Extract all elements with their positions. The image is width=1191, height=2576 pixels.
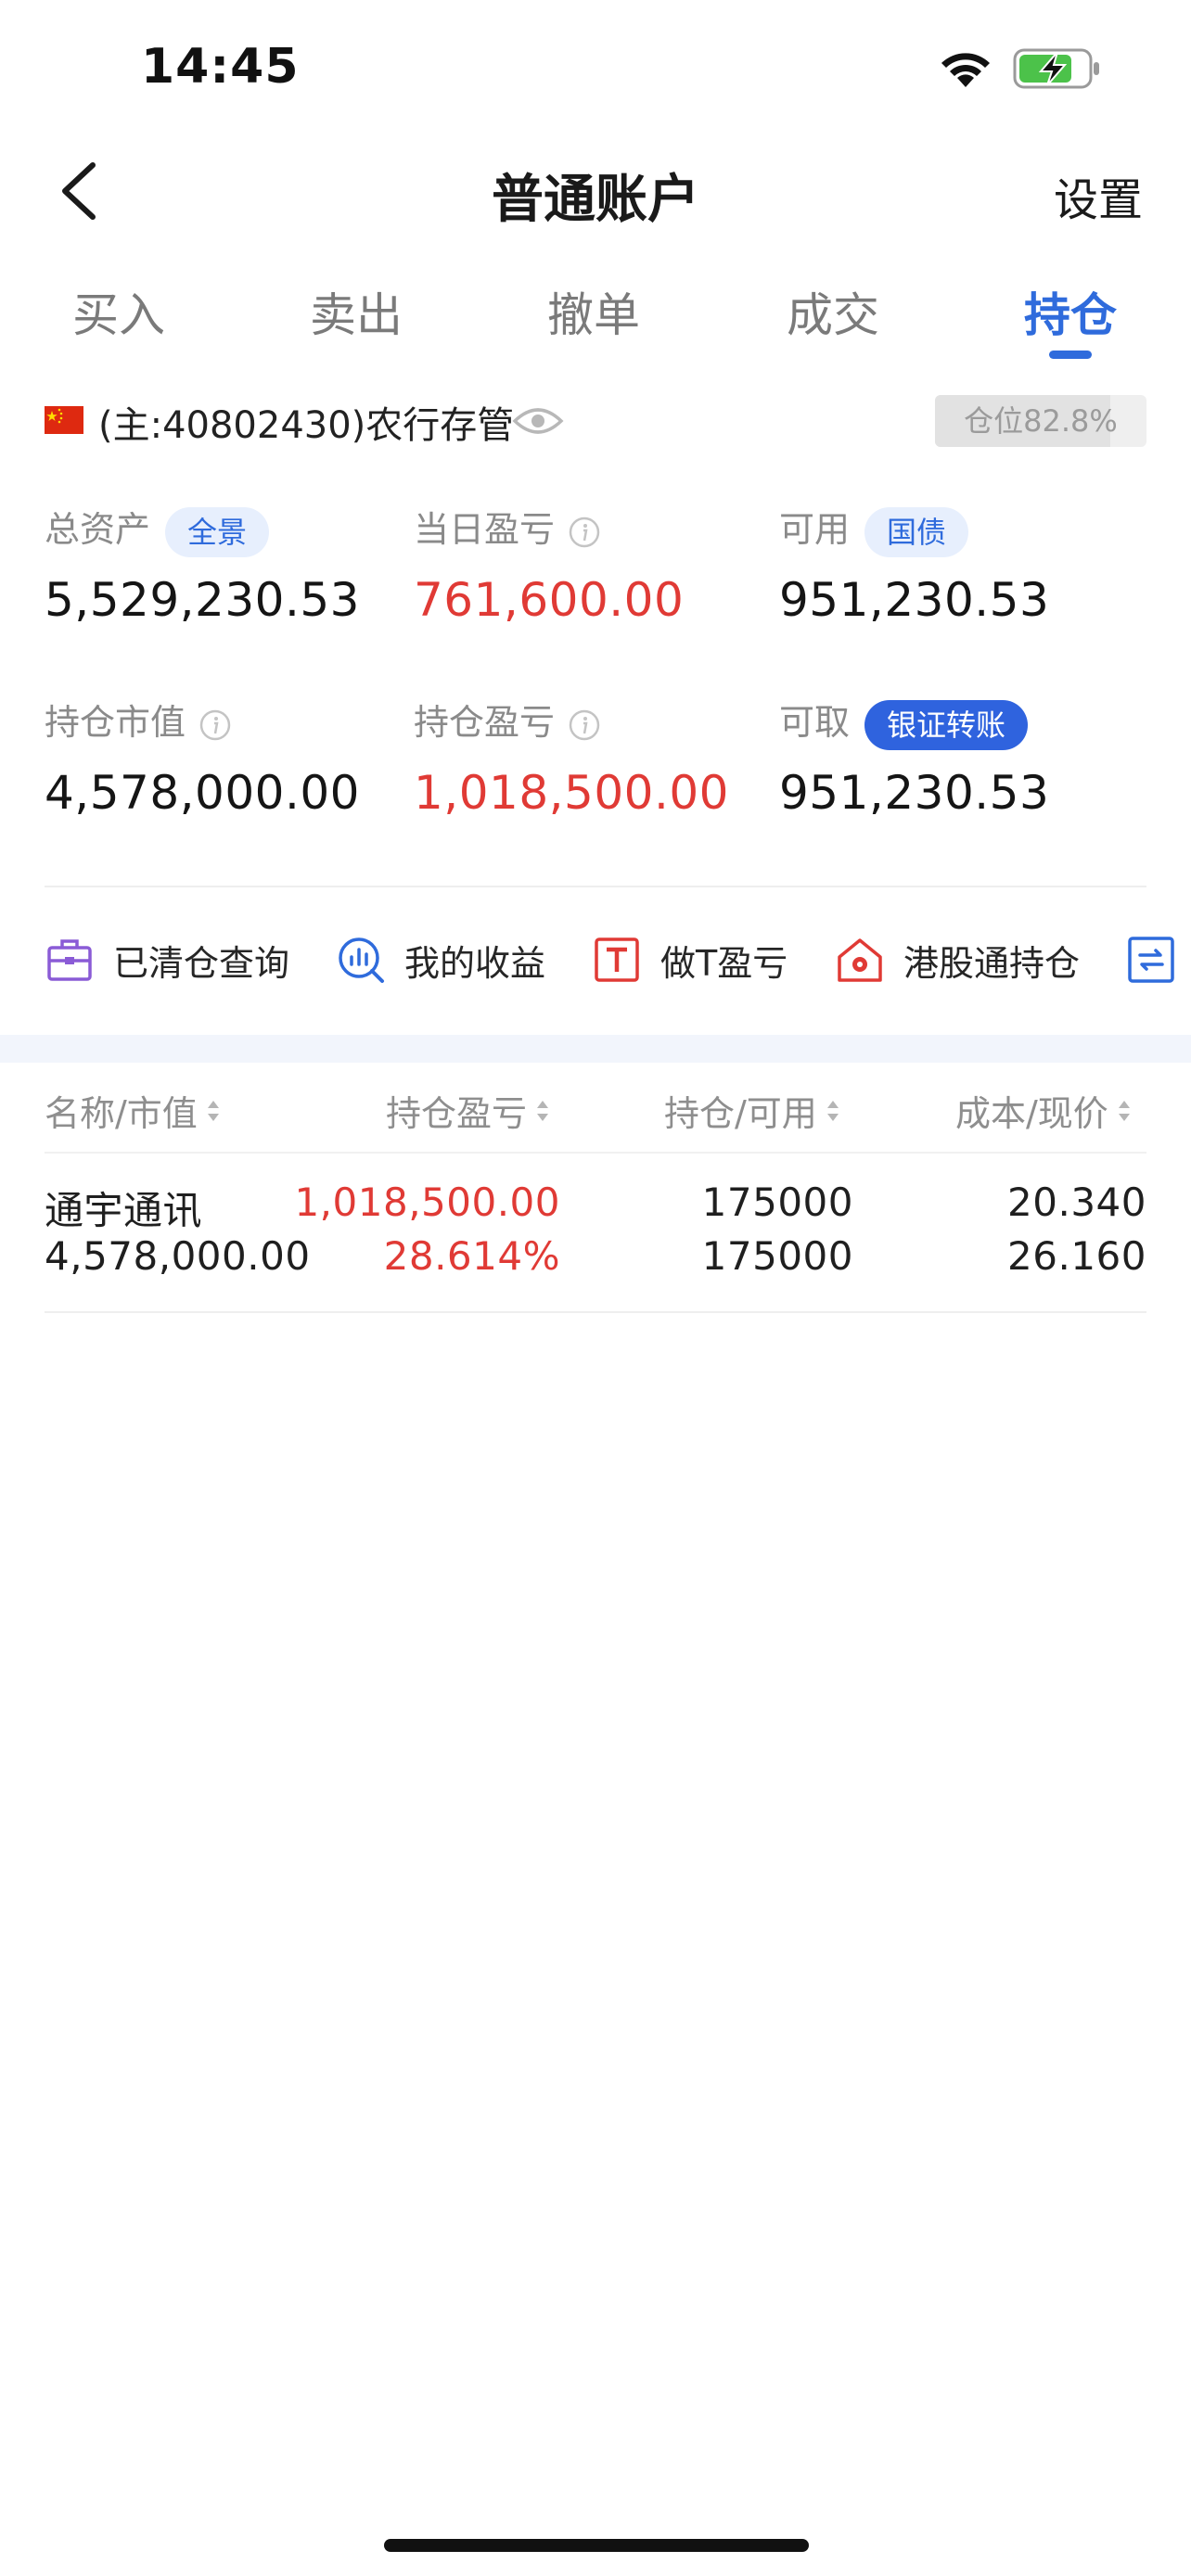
divider <box>45 1311 1146 1313</box>
daily-pnl-cell: 当日盈亏 761,600.00 <box>414 501 785 649</box>
tab-active-indicator <box>1049 351 1092 359</box>
total-assets-label: 总资产 <box>45 509 151 550</box>
status-time: 14:45 <box>141 39 300 95</box>
tab-deals[interactable]: 成交 <box>759 278 907 345</box>
position-pnl-value: 1,018,500.00 <box>414 766 729 820</box>
sort-icon <box>207 1100 219 1121</box>
stock-available: 175000 <box>701 1233 853 1279</box>
stock-pnl-percent: 28.614% <box>383 1233 560 1279</box>
divider <box>45 886 1146 887</box>
t-trade-pnl-button[interactable]: 做T盈亏 <box>592 931 788 988</box>
quick-action-label: 港股通持仓 <box>903 942 1081 984</box>
daily-pnl-value: 761,600.00 <box>414 573 685 627</box>
wifi-icon <box>941 53 990 87</box>
sort-icon <box>826 1100 839 1121</box>
tab-holdings[interactable]: 持仓 <box>996 278 1145 345</box>
briefcase-icon <box>47 939 92 981</box>
home-indicator <box>384 2539 809 2552</box>
china-flag-icon <box>45 406 83 434</box>
section-separator <box>0 1035 1191 1063</box>
market-value-cell: 持仓市值 4,578,000.00 <box>45 694 416 842</box>
daily-pnl-label: 当日盈亏 <box>414 509 556 550</box>
asset-summary: 总资产 全景 5,529,230.53 当日盈亏 761,600.00 可用 国债 … <box>0 501 1191 853</box>
tab-cancel[interactable]: 撤单 <box>519 278 668 345</box>
stock-cost: 20.340 <box>1007 1180 1146 1225</box>
holdings-table-header: 名称/市值 持仓盈亏 持仓/可用 成本/现价 <box>0 1063 1191 1155</box>
market-value-value: 4,578,000.00 <box>45 766 360 820</box>
status-bar: 14:45 <box>0 0 1191 139</box>
total-assets-cell: 总资产 全景 5,529,230.53 <box>45 501 416 649</box>
stock-name: 通宇通讯 <box>45 1188 203 1233</box>
available-label: 可用 <box>779 509 851 550</box>
quick-action-label: 我的收益 <box>404 942 546 984</box>
withdrawable-label: 可取 <box>779 702 851 743</box>
nav-bar: 普通账户 设置 <box>0 139 1191 241</box>
tab-buy[interactable]: 买入 <box>45 278 193 345</box>
market-value-label: 持仓市值 <box>45 702 186 743</box>
account-label[interactable]: (主:40802430)农行存管 <box>98 395 514 449</box>
sort-icon <box>537 1100 549 1121</box>
withdrawable-value: 951,230.53 <box>779 766 1050 820</box>
quick-action-label: 已清仓查询 <box>113 942 290 984</box>
withdrawable-cell: 可取 银证转账 951,230.53 <box>779 694 1150 842</box>
column-header-holding[interactable]: 持仓/可用 <box>664 1085 841 1136</box>
position-pnl-label: 持仓盈亏 <box>414 702 556 743</box>
settings-button[interactable]: 设置 <box>1054 163 1143 228</box>
page-title: 普通账户 <box>492 170 699 230</box>
column-header-label: 成本/现价 <box>955 1093 1108 1134</box>
total-assets-value: 5,529,230.53 <box>45 573 360 627</box>
my-earnings-button[interactable]: 我的收益 <box>336 931 545 988</box>
eye-icon[interactable] <box>512 404 564 438</box>
info-icon[interactable] <box>568 708 601 742</box>
tab-sell[interactable]: 卖出 <box>282 278 430 345</box>
column-header-pnl[interactable]: 持仓盈亏 <box>386 1085 551 1136</box>
hk-house-icon <box>838 938 882 982</box>
info-icon[interactable] <box>198 708 232 742</box>
overview-tag-button[interactable]: 全景 <box>165 506 270 557</box>
exchange-icon <box>1128 937 1174 983</box>
divider <box>45 1152 1146 1154</box>
sort-icon <box>1118 1100 1130 1121</box>
column-header-label: 名称/市值 <box>45 1093 198 1134</box>
battery-charging-icon <box>1013 48 1099 89</box>
chart-magnifier-icon <box>339 937 384 983</box>
available-value: 951,230.53 <box>779 573 1050 627</box>
quick-actions: 已清仓查询 我的收益 做T盈亏 港股通持仓 <box>0 918 1191 1001</box>
t-box-icon <box>595 937 639 982</box>
trade-tabs: 买入 卖出 撤单 成交 持仓 <box>0 269 1191 371</box>
cleared-positions-button[interactable]: 已清仓查询 <box>45 931 289 988</box>
column-header-label: 持仓/可用 <box>664 1093 817 1134</box>
column-header-cost[interactable]: 成本/现价 <box>955 1085 1133 1136</box>
info-icon[interactable] <box>568 516 601 549</box>
treasury-bond-tag-button[interactable]: 国债 <box>864 506 969 557</box>
table-row[interactable]: 通宇通讯 4,578,000.00 1,018,500.00 28.614% 1… <box>0 1159 1191 1317</box>
position-ratio-badge: 仓位82.8% <box>935 395 1146 447</box>
stock-market-value: 4,578,000.00 <box>45 1233 311 1279</box>
stock-holding: 175000 <box>701 1180 853 1225</box>
position-ratio-label: 仓位82.8% <box>964 403 1118 439</box>
hk-connect-holdings-button[interactable]: 港股通持仓 <box>835 931 1080 988</box>
available-cell: 可用 国债 951,230.53 <box>779 501 1150 649</box>
quick-action-label: 做T盈亏 <box>660 942 788 984</box>
position-pnl-cell: 持仓盈亏 1,018,500.00 <box>414 694 785 842</box>
column-header-label: 持仓盈亏 <box>386 1093 528 1134</box>
stock-pnl: 1,018,500.00 <box>294 1180 560 1225</box>
column-header-name[interactable]: 名称/市值 <box>45 1085 222 1136</box>
bank-transfer-button[interactable]: 银证转账 <box>864 699 1029 750</box>
exchange-button[interactable] <box>1126 931 1191 988</box>
account-row: (主:40802430)农行存管 仓位82.8% <box>0 389 1191 454</box>
stock-price: 26.160 <box>1007 1233 1146 1279</box>
